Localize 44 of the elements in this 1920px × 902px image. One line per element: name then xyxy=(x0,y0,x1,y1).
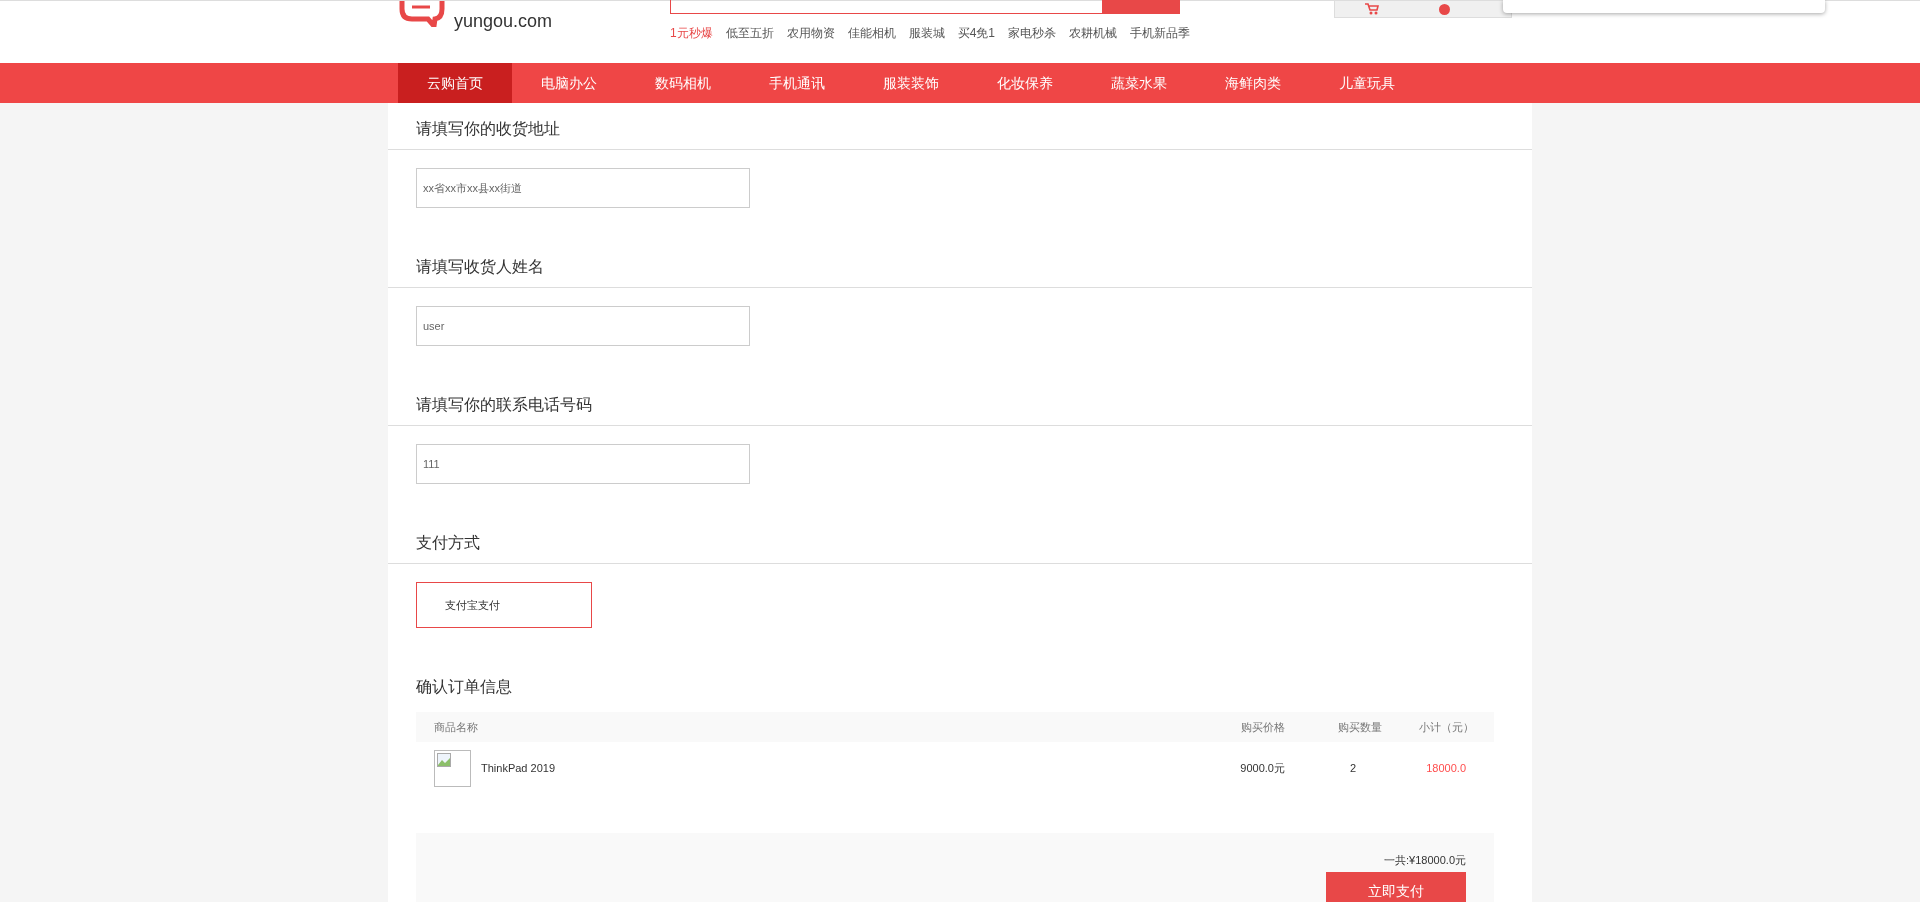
logo-domain: yungou.com xyxy=(454,11,553,32)
payment-option[interactable]: 支付宝支付 xyxy=(416,582,592,628)
hot-link[interactable]: 佳能相机 xyxy=(847,25,896,42)
nav-tab[interactable]: 服装装饰 xyxy=(854,63,968,103)
column-header: 商品名称 xyxy=(416,712,1069,742)
section-title: 请填写收货人姓名 xyxy=(416,257,544,277)
nav-tab[interactable]: 蔬菜水果 xyxy=(1082,63,1196,103)
column-header: 购买数量 xyxy=(1286,712,1383,742)
section-title: 确认订单信息 xyxy=(416,677,513,697)
hot-link[interactable]: 农耕机械 xyxy=(1069,25,1118,42)
hot-link[interactable]: 手机新品季 xyxy=(1130,25,1191,42)
input-field[interactable]: user xyxy=(416,306,750,346)
hot-link[interactable]: 1元秒爆 xyxy=(670,25,713,42)
nav-tab[interactable]: 手机通讯 xyxy=(740,63,854,103)
nav-tab[interactable]: 数码相机 xyxy=(626,63,740,103)
nav-tab[interactable]: 化妆保养 xyxy=(968,63,1082,103)
section-title: 请填写你的联系电话号码 xyxy=(416,395,592,415)
order-total: 一共:¥18000.0元 xyxy=(1384,853,1466,868)
hot-link[interactable]: 买4免1 xyxy=(957,25,996,42)
hot-link[interactable]: 农用物资 xyxy=(786,25,835,42)
input-field[interactable]: xx省xx市xx县xx街道 xyxy=(416,168,750,208)
table-cell: 18000.0 xyxy=(1426,762,1466,774)
nav-tab[interactable]: 海鲜肉类 xyxy=(1196,63,1310,103)
logo-icon xyxy=(398,1,446,27)
input-field[interactable]: 111 xyxy=(416,444,750,484)
table-cell: 9000.0元 xyxy=(1240,761,1285,774)
search-field[interactable] xyxy=(670,0,1103,14)
column-header: 小计（元） xyxy=(1383,712,1494,742)
product-name: ThinkPad 2019 xyxy=(481,762,555,774)
nav-tab[interactable]: 电脑办公 xyxy=(512,63,626,103)
nav-tab[interactable]: 儿童玩具 xyxy=(1310,63,1424,103)
cart-button[interactable] xyxy=(1334,1,1512,18)
broken-image-icon xyxy=(437,752,451,767)
section-title: 支付方式 xyxy=(416,533,480,553)
section-title: 请填写你的收货地址 xyxy=(416,119,560,139)
hot-link[interactable]: 低至五折 xyxy=(725,25,774,42)
hot-link[interactable]: 服装城 xyxy=(908,25,945,42)
cart-icon xyxy=(1365,3,1379,15)
hot-link[interactable]: 家电秒杀 xyxy=(1008,25,1057,42)
nav-tab[interactable]: 云购首页 xyxy=(398,63,512,103)
pay-button[interactable]: 立即支付 xyxy=(1326,872,1466,902)
cart-badge xyxy=(1439,3,1450,15)
column-header: 购买价格 xyxy=(1068,712,1286,742)
table-cell: 2 xyxy=(1349,762,1356,774)
